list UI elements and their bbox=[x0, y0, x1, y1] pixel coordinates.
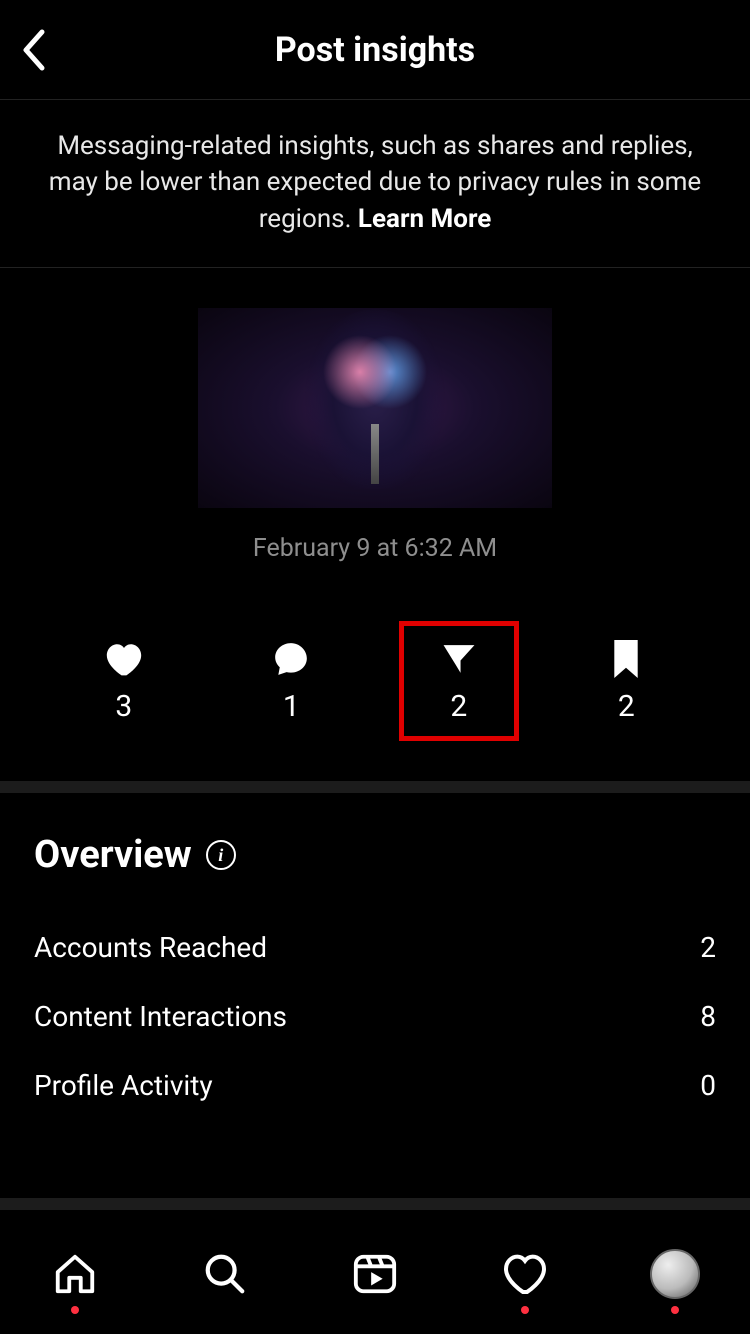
post-date: February 9 at 6:32 AM bbox=[0, 534, 750, 563]
nav-activity[interactable] bbox=[495, 1244, 555, 1304]
heart-outline-icon bbox=[501, 1252, 549, 1296]
reels-icon bbox=[352, 1251, 398, 1297]
metric-row-accounts-reached[interactable]: Accounts Reached 2 bbox=[34, 913, 716, 982]
nav-reels[interactable] bbox=[345, 1244, 405, 1304]
bottom-nav bbox=[0, 1224, 750, 1334]
post-thumbnail[interactable] bbox=[198, 308, 552, 508]
heart-icon bbox=[104, 641, 144, 677]
metric-value: 2 bbox=[700, 931, 716, 964]
share-icon bbox=[440, 642, 478, 676]
back-button[interactable] bbox=[20, 28, 48, 72]
bookmark-icon bbox=[611, 640, 641, 678]
stats-row: 3 1 2 2 bbox=[0, 593, 750, 781]
comment-icon bbox=[272, 640, 310, 678]
metric-row-content-interactions[interactable]: Content Interactions 8 bbox=[34, 982, 716, 1051]
metric-label: Accounts Reached bbox=[34, 931, 267, 964]
notification-dot bbox=[521, 1306, 529, 1314]
metric-label: Content Interactions bbox=[34, 1000, 287, 1033]
stat-likes[interactable]: 3 bbox=[64, 621, 184, 741]
notification-dot bbox=[671, 1306, 679, 1314]
nav-home[interactable] bbox=[45, 1244, 105, 1304]
overview-section: Overview i Accounts Reached 2 Content In… bbox=[0, 793, 750, 1150]
overview-title: Overview bbox=[34, 833, 192, 877]
section-divider bbox=[0, 1198, 750, 1210]
nav-profile[interactable] bbox=[645, 1244, 705, 1304]
chevron-left-icon bbox=[20, 28, 48, 72]
info-icon[interactable]: i bbox=[206, 840, 236, 870]
post-section: February 9 at 6:32 AM bbox=[0, 268, 750, 593]
learn-more-link[interactable]: Learn More bbox=[358, 204, 491, 234]
notification-dot bbox=[71, 1306, 79, 1314]
shares-count: 2 bbox=[450, 689, 467, 724]
saves-count: 2 bbox=[618, 689, 635, 724]
stat-comments[interactable]: 1 bbox=[231, 621, 351, 741]
section-divider bbox=[0, 781, 750, 793]
header: Post insights bbox=[0, 0, 750, 100]
metric-value: 0 bbox=[700, 1069, 716, 1102]
search-icon bbox=[202, 1251, 248, 1297]
page-title: Post insights bbox=[20, 30, 730, 70]
stat-saves[interactable]: 2 bbox=[566, 621, 686, 741]
likes-count: 3 bbox=[115, 689, 132, 724]
overview-header: Overview i bbox=[34, 833, 716, 877]
stat-shares[interactable]: 2 bbox=[399, 621, 519, 741]
metric-label: Profile Activity bbox=[34, 1069, 213, 1102]
comments-count: 1 bbox=[283, 689, 300, 724]
metric-row-profile-activity[interactable]: Profile Activity 0 bbox=[34, 1051, 716, 1120]
privacy-notice: Messaging-related insights, such as shar… bbox=[0, 100, 750, 268]
avatar bbox=[650, 1249, 700, 1299]
home-icon bbox=[52, 1251, 98, 1297]
metric-value: 8 bbox=[700, 1000, 716, 1033]
nav-search[interactable] bbox=[195, 1244, 255, 1304]
